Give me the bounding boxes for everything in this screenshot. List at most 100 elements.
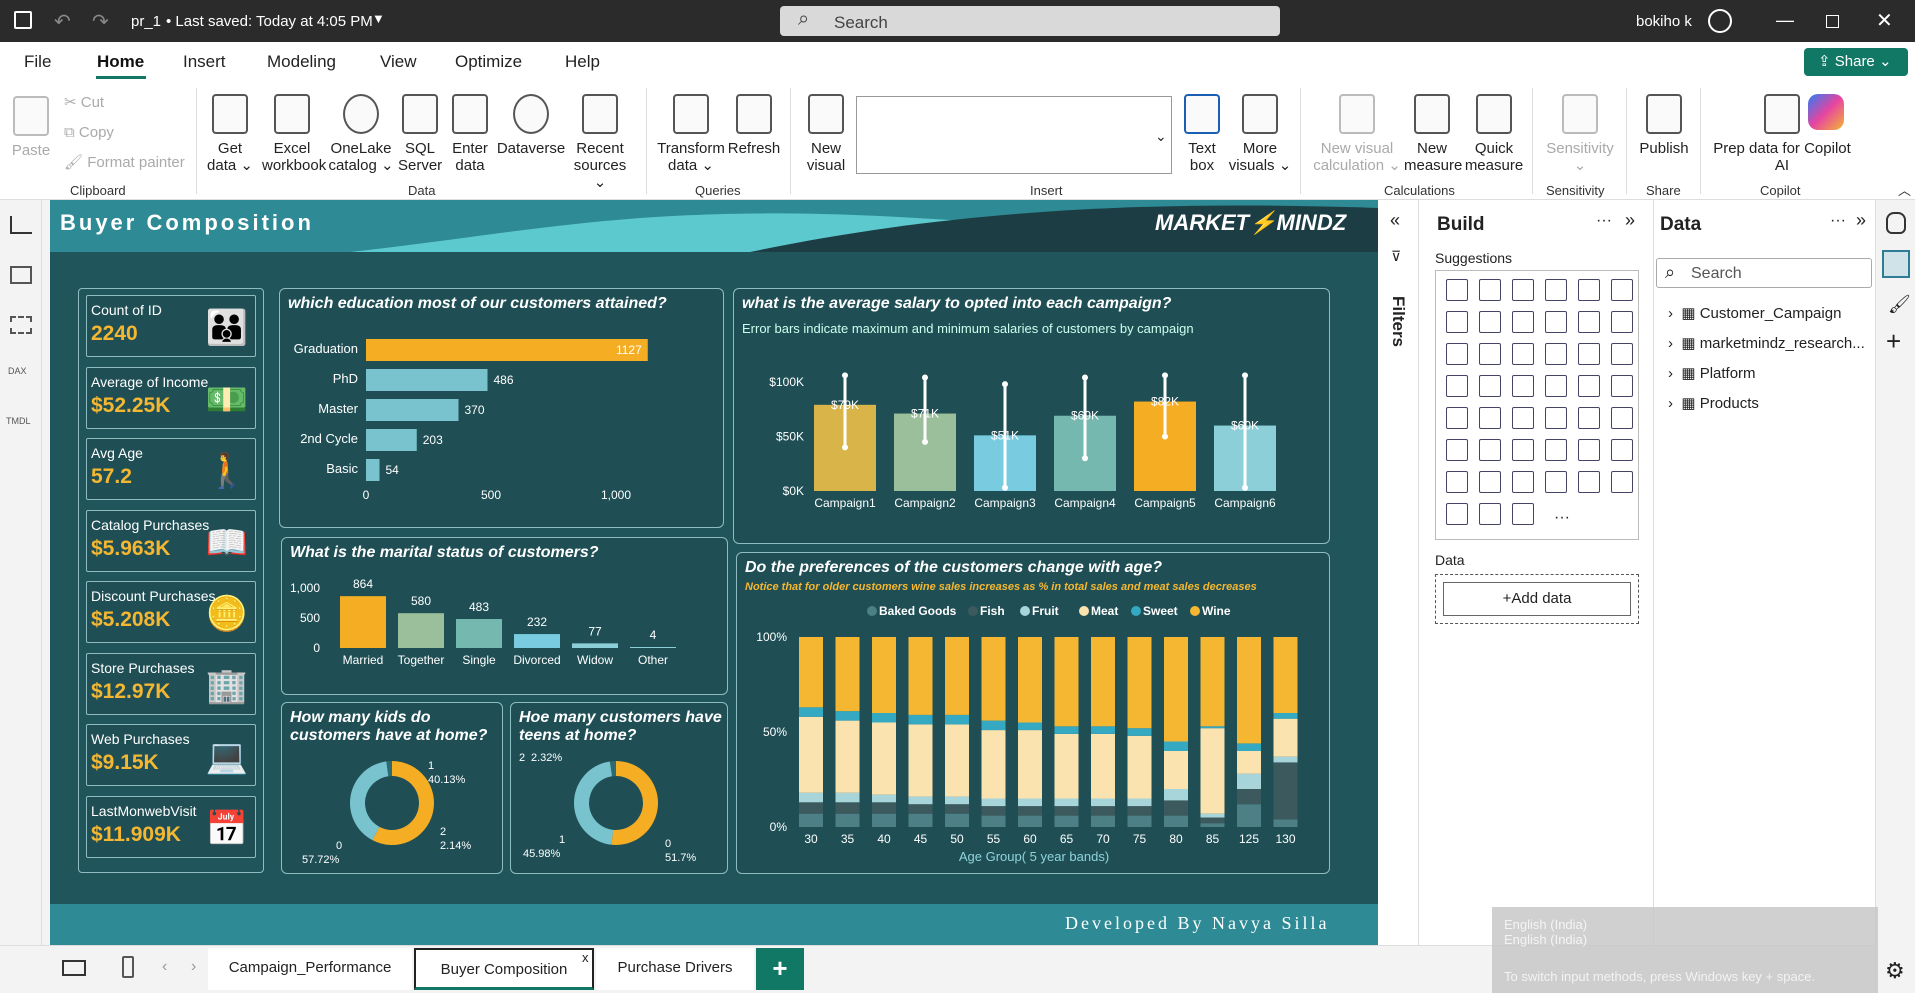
chevron-down-icon[interactable]: ▼ <box>372 11 385 26</box>
visual-type-icon[interactable] <box>1479 343 1501 365</box>
save-status[interactable]: • Last saved: Today at 4:05 PM <box>166 13 373 30</box>
visual-type-icon[interactable] <box>1446 407 1468 429</box>
maximize-icon[interactable] <box>1826 15 1839 28</box>
mobile-layout-icon[interactable] <box>122 956 134 978</box>
visual-type-icon[interactable] <box>1512 279 1534 301</box>
collapse-icon[interactable]: « <box>1390 210 1400 231</box>
visual-type-icon[interactable] <box>1512 311 1534 333</box>
excel-button[interactable]: Excel workbook <box>262 94 326 174</box>
search-box[interactable]: ⌕ Search <box>780 6 1280 36</box>
visual-type-icon[interactable] <box>1578 343 1600 365</box>
share-button[interactable]: ⇪ Share ⌄ <box>1804 48 1908 76</box>
visual-type-icon[interactable] <box>1512 503 1534 525</box>
new-visual-calculation-button[interactable]: New visual calculation ⌄ <box>1310 94 1404 174</box>
visual-type-icon[interactable] <box>1578 311 1600 333</box>
visual-type-icon[interactable] <box>1512 375 1534 397</box>
visual-type-icon[interactable] <box>1611 279 1633 301</box>
user-name[interactable]: bokiho k <box>1636 13 1692 30</box>
build-pane-icon[interactable] <box>1882 250 1910 278</box>
visual-type-icon[interactable] <box>1446 471 1468 493</box>
visual-type-icon[interactable] <box>1446 279 1468 301</box>
more-visuals-icon[interactable]: ··· <box>1554 509 1570 527</box>
collapse-ribbon-icon[interactable]: ︿ <box>1898 180 1911 199</box>
visual-type-icon[interactable] <box>1446 311 1468 333</box>
tab-buyer-composition[interactable]: Buyer Composition <box>414 948 594 990</box>
visual-type-icon[interactable] <box>1512 407 1534 429</box>
add-page-button[interactable]: + <box>756 948 804 990</box>
publish-button[interactable]: Publish <box>1634 94 1694 157</box>
dataverse-button[interactable]: Dataverse <box>496 94 566 157</box>
data-table-item[interactable]: › ▦ Platform <box>1668 364 1756 382</box>
visual-type-icon[interactable] <box>1611 471 1633 493</box>
visual-type-icon[interactable] <box>1512 343 1534 365</box>
tab-purchase-drivers[interactable]: Purchase Drivers <box>596 948 754 990</box>
visual-type-icon[interactable] <box>1545 375 1567 397</box>
data-search-input[interactable]: ⌕ Search <box>1656 258 1872 288</box>
menu-optimize[interactable]: Optimize <box>455 52 522 72</box>
data-pane-icon[interactable] <box>1886 212 1906 234</box>
minimize-icon[interactable]: — <box>1776 10 1794 31</box>
report-view-icon[interactable] <box>10 216 32 234</box>
settings-icon[interactable]: ⚙ <box>1885 958 1905 984</box>
new-visual-button[interactable]: New visual <box>800 94 852 174</box>
data-table-item[interactable]: › ▦ Products <box>1668 394 1759 412</box>
filters-pane[interactable]: « ⊽ Filters <box>1378 200 1418 945</box>
copy-button[interactable]: ⧉ Copy <box>64 124 114 141</box>
menu-help[interactable]: Help <box>565 52 600 72</box>
visual-type-icon[interactable] <box>1512 471 1534 493</box>
tab-campaign-performance[interactable]: Campaign_Performance <box>208 948 412 990</box>
tmdl-view-icon[interactable]: TMDL <box>6 416 31 426</box>
enter-data-button[interactable]: Enter data <box>448 94 492 174</box>
visual-type-icon[interactable] <box>1479 439 1501 461</box>
sql-server-button[interactable]: SQL Server <box>398 94 442 174</box>
model-view-icon[interactable] <box>10 316 32 334</box>
text-box-button[interactable]: Text box <box>1180 94 1224 174</box>
get-data-button[interactable]: Get data ⌄ <box>206 94 254 174</box>
file-name[interactable]: pr_1 <box>131 13 161 30</box>
quick-measure-button[interactable]: Quick measure <box>1464 94 1524 174</box>
new-measure-button[interactable]: New measure <box>1404 94 1462 174</box>
visual-type-icon[interactable] <box>1578 407 1600 429</box>
menu-modeling[interactable]: Modeling <box>267 52 336 72</box>
paste-button[interactable]: Paste <box>10 96 52 159</box>
cut-button[interactable]: ✂ Cut <box>64 94 104 111</box>
table-view-icon[interactable] <box>10 266 32 284</box>
visual-type-icon[interactable] <box>1479 471 1501 493</box>
more-visuals-button[interactable]: More visuals ⌄ <box>1228 94 1292 174</box>
close-tab-icon[interactable]: x <box>582 950 589 965</box>
visual-type-icon[interactable] <box>1446 503 1468 525</box>
visual-type-icon[interactable] <box>1446 375 1468 397</box>
transform-data-button[interactable]: Transform data ⌄ <box>656 94 726 174</box>
visual-type-icon[interactable] <box>1545 407 1567 429</box>
visual-type-icon[interactable] <box>1611 375 1633 397</box>
more-options-icon[interactable]: ··· <box>1596 212 1612 230</box>
visual-type-icon[interactable] <box>1611 311 1633 333</box>
visual-type-icon[interactable] <box>1479 375 1501 397</box>
visual-type-icon[interactable] <box>1578 471 1600 493</box>
copilot-icon[interactable] <box>1808 94 1844 130</box>
format-icon[interactable]: 🖌 <box>1888 294 1911 315</box>
next-page-icon[interactable]: › <box>191 958 196 976</box>
visual-type-icon[interactable] <box>1578 439 1600 461</box>
visual-type-icon[interactable] <box>1479 407 1501 429</box>
menu-view[interactable]: View <box>380 52 417 72</box>
visual-type-icon[interactable] <box>1446 343 1468 365</box>
add-data-button[interactable]: +Add data <box>1443 582 1631 616</box>
format-painter-button[interactable]: 🖌 Format painter <box>64 154 185 171</box>
onelake-button[interactable]: OneLake catalog ⌄ <box>326 94 396 174</box>
data-table-item[interactable]: › ▦ marketmindz_research... <box>1668 334 1865 352</box>
expand-icon[interactable]: » <box>1625 210 1635 231</box>
visual-type-icon[interactable] <box>1545 343 1567 365</box>
sensitivity-button[interactable]: Sensitivity ⌄ <box>1540 94 1620 174</box>
visual-type-icon[interactable] <box>1578 375 1600 397</box>
expand-icon[interactable]: » <box>1856 210 1866 231</box>
visual-gallery[interactable] <box>856 96 1172 174</box>
visual-type-icon[interactable] <box>1446 439 1468 461</box>
visual-type-icon[interactable] <box>1545 471 1567 493</box>
prev-page-icon[interactable]: ‹ <box>162 958 167 976</box>
desktop-layout-icon[interactable] <box>62 960 86 976</box>
visual-type-icon[interactable] <box>1545 311 1567 333</box>
more-options-icon[interactable]: ··· <box>1830 212 1846 230</box>
add-pane-icon[interactable]: + <box>1886 326 1901 357</box>
menu-insert[interactable]: Insert <box>183 52 226 72</box>
